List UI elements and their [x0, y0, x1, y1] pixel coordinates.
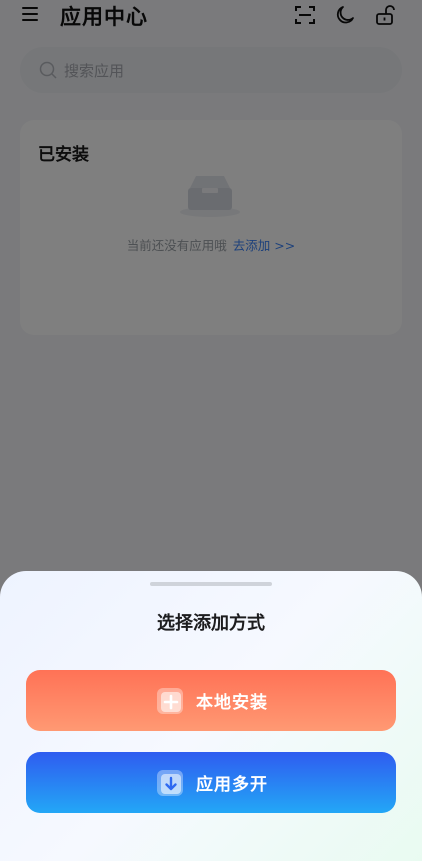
add-method-sheet: 选择添加方式 本地安装 应用多开 — [0, 571, 422, 861]
local-install-button[interactable]: 本地安装 — [26, 670, 396, 731]
app-screen: 应用中心 搜索应用 已安装 当前还没有应用哦去添加 >> — [0, 0, 422, 861]
sheet-title: 选择添加方式 — [157, 613, 265, 634]
multi-open-button[interactable]: 应用多开 — [26, 752, 396, 813]
download-icon — [157, 769, 183, 796]
multi-open-label: 应用多开 — [196, 775, 268, 795]
sheet-drag-handle[interactable] — [150, 582, 272, 586]
local-install-label: 本地安装 — [196, 693, 268, 713]
plus-icon — [157, 687, 183, 714]
